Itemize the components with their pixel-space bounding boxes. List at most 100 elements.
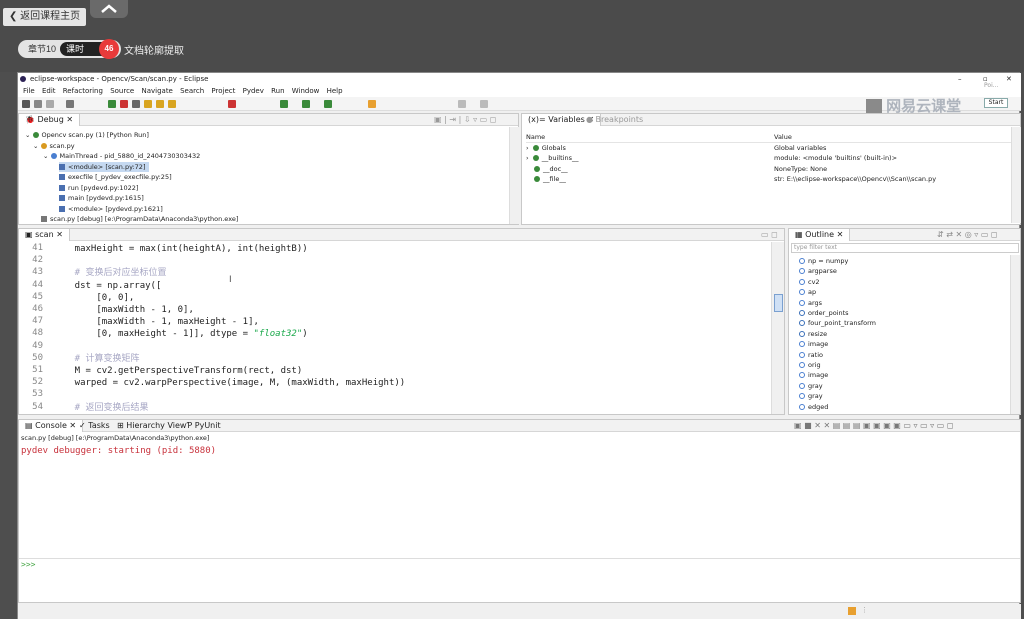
print-icon[interactable] <box>46 100 54 108</box>
outline-item[interactable]: args <box>799 298 822 308</box>
menu-window[interactable]: Window <box>292 87 320 95</box>
code-line[interactable]: [0, maxHeight - 1]], dtype = "float32") <box>53 328 307 340</box>
tab-hierarchy-view[interactable]: ⊞ Hierarchy View <box>117 420 186 432</box>
outline-item[interactable]: gray <box>799 381 823 391</box>
console-toolbar-icons[interactable]: ▣ ■ ✕ ✕ ▤ ▤ ▤ ▣ ▣ ▣ ▣ ▭ ▿ ▭ ▿ ▭ ◻ <box>794 420 953 432</box>
outline-item[interactable]: ap <box>799 287 816 297</box>
close-window-button[interactable]: ✕ <box>1006 73 1012 85</box>
tree-row[interactable]: ⌄ MainThread - pid_5880_id_2404730303432 <box>43 151 200 161</box>
tree-row[interactable]: execfile [_pydev_execfile.py:25] <box>59 172 172 182</box>
tree-row[interactable]: ⌄ scan.py <box>33 141 75 151</box>
outline-item[interactable]: edged <box>799 402 828 412</box>
tree-row[interactable]: ⌄ Opencv scan.py (1) [Python Run] <box>25 130 149 140</box>
perspective-start-button[interactable]: Start <box>984 98 1008 108</box>
run-icon[interactable] <box>302 100 310 108</box>
perspective-poi[interactable]: Poi... <box>984 82 998 89</box>
minimize-button[interactable]: – <box>958 73 962 85</box>
tree-row[interactable]: run [pydevd.py:1022] <box>59 183 138 193</box>
tab-outline[interactable]: ▦ Outline ✕ <box>789 229 851 241</box>
outline-filter-input[interactable]: type filter text <box>791 243 1019 253</box>
outline-item[interactable]: four_point_transform <box>799 318 876 328</box>
tab-debug[interactable]: 🐞 Debug ✕ <box>19 114 81 126</box>
scrollbar[interactable] <box>1011 127 1021 223</box>
variable-row[interactable]: › Globals Global variables <box>526 143 826 153</box>
menu-project[interactable]: Project <box>211 87 235 95</box>
debug-settings-icon[interactable] <box>66 100 74 108</box>
step-over-icon[interactable] <box>156 100 164 108</box>
outline-item[interactable]: order_points <box>799 308 849 318</box>
code-text: [maxWidth - 1, maxHeight - 1], <box>53 317 259 328</box>
menu-file[interactable]: File <box>23 87 35 95</box>
step-return-icon[interactable] <box>168 100 176 108</box>
tab-console[interactable]: ▤ Console ✕ <box>19 420 84 432</box>
tab-scan-py[interactable]: ▣ scan ✕ <box>19 229 70 241</box>
console-prompt[interactable]: >>> <box>21 560 35 570</box>
scrollbar[interactable] <box>509 127 519 224</box>
close-tab-icon[interactable]: ✕ <box>837 230 844 239</box>
tree-row[interactable]: scan.py [debug] [e:\ProgramData\Anaconda… <box>41 214 238 224</box>
outline-item[interactable]: image <box>799 339 828 349</box>
code-text: [0, 0], <box>53 292 135 303</box>
menu-search[interactable]: Search <box>180 87 204 95</box>
variable-row[interactable]: __doc__ NoneType: None <box>534 164 827 174</box>
view-toolbar-icons[interactable]: ▣ | ⇥ | ⇩ ▿ ▭ ◻ <box>434 114 496 126</box>
minimize-maximize-icons[interactable]: ▭ ◻ <box>761 229 778 241</box>
resume-icon[interactable] <box>108 100 116 108</box>
step-into-icon[interactable] <box>144 100 152 108</box>
tab-breakpoints[interactable]: ● Breakpoints <box>586 114 643 126</box>
outline-item[interactable]: ratio <box>799 350 823 360</box>
outline-item[interactable]: image <box>799 370 828 380</box>
outline-item[interactable]: resize <box>799 329 827 339</box>
code-line[interactable]: [maxWidth - 1, maxHeight - 1], <box>53 316 259 328</box>
code-area[interactable]: 41 maxHeight = max(int(heightA), int(hei… <box>19 243 771 413</box>
code-line[interactable]: M = cv2.getPerspectiveTransform(rect, ds… <box>53 365 303 377</box>
code-line[interactable]: [0, 0], <box>53 292 134 304</box>
tab-pyunit[interactable]: Ƥ PyUnit <box>187 420 221 432</box>
tree-row[interactable]: <module> [pydevd.py:1621] <box>59 204 163 214</box>
new-icon[interactable] <box>22 100 30 108</box>
open-folder-icon[interactable] <box>368 100 376 108</box>
menu-source[interactable]: Source <box>110 87 134 95</box>
code-line[interactable]: # 返回变换后结果 <box>53 402 149 413</box>
code-line[interactable]: warped = cv2.warpPerspective(image, M, (… <box>53 377 406 389</box>
back-to-course-button[interactable]: ❮ 返回课程主页 <box>3 8 87 26</box>
editor-scrollbar[interactable] <box>771 242 784 414</box>
back-nav-icon[interactable] <box>458 100 466 108</box>
disconnect-icon[interactable] <box>132 100 140 108</box>
menu-edit[interactable]: Edit <box>42 87 56 95</box>
menu-help[interactable]: Help <box>327 87 343 95</box>
collapse-header-button[interactable] <box>90 0 128 18</box>
outline-item[interactable]: gray <box>799 391 823 401</box>
code-line[interactable]: maxHeight = max(int(heightA), int(height… <box>53 243 308 255</box>
tree-row[interactable]: main [pydevd.py:1615] <box>59 193 144 203</box>
menu-run[interactable]: Run <box>271 87 284 95</box>
code-line[interactable]: dst = np.array([ <box>53 280 162 292</box>
menu-navigate[interactable]: Navigate <box>141 87 172 95</box>
scrollbar[interactable] <box>1010 255 1020 414</box>
tab-tasks[interactable]: ✓ Tasks <box>79 420 110 432</box>
tree-row-selected[interactable]: <module> [scan.py:72] <box>59 162 150 172</box>
outline-item[interactable]: cv2 <box>799 277 820 287</box>
forward-nav-icon[interactable] <box>480 100 488 108</box>
close-tab-icon[interactable]: ✕ <box>66 115 73 124</box>
progress-icon[interactable] <box>848 607 856 615</box>
scroll-thumb[interactable] <box>774 294 783 312</box>
menu-refactoring[interactable]: Refactoring <box>63 87 103 95</box>
close-tab-icon[interactable]: ✕ <box>56 230 63 239</box>
outline-toolbar-icons[interactable]: ⇵ ⇄ ✕ ◎ ▿ ▭ ◻ <box>937 229 998 241</box>
code-line[interactable]: # 计算变换矩阵 <box>53 353 140 365</box>
variable-row[interactable]: › __builtins__ module: <module 'builtins'… <box>526 153 897 163</box>
menu-pydev[interactable]: Pydev <box>243 87 264 95</box>
debug-run-icon[interactable] <box>280 100 288 108</box>
code-line[interactable]: [maxWidth - 1, 0], <box>53 304 194 316</box>
outline-item[interactable]: argparse <box>799 266 837 276</box>
breakpoint-icon[interactable] <box>228 100 236 108</box>
external-tools-icon[interactable] <box>324 100 332 108</box>
code-line[interactable]: # 变换后对应坐标位置 <box>53 267 167 279</box>
terminate-icon[interactable] <box>120 100 128 108</box>
close-tab-icon[interactable]: ✕ <box>69 421 76 430</box>
outline-item[interactable]: orig <box>799 360 821 370</box>
outline-item[interactable]: np = numpy <box>799 256 848 266</box>
save-icon[interactable] <box>34 100 42 108</box>
variable-row[interactable]: __file__ str: E:\\eclipse-workspace\\Open… <box>534 174 936 184</box>
